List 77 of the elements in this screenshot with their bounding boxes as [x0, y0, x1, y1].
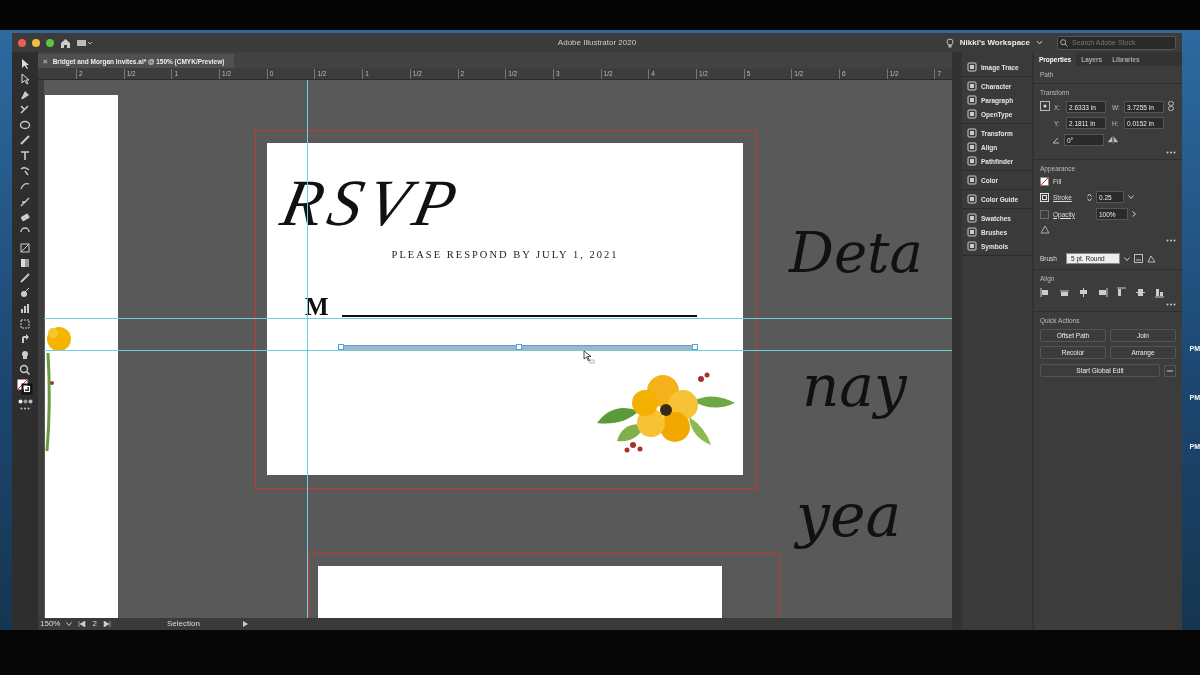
tool-icon[interactable]	[19, 103, 31, 116]
play-icon[interactable]	[242, 621, 248, 627]
tool-icon[interactable]	[19, 256, 31, 269]
reference-point-icon[interactable]	[1040, 101, 1050, 111]
lightbulb-icon[interactable]	[945, 37, 954, 48]
zoom-level[interactable]: 150%	[40, 619, 61, 629]
panel-icon	[967, 81, 977, 91]
align-icon[interactable]	[1040, 287, 1051, 298]
align-icon[interactable]	[1059, 287, 1070, 298]
chevron-down-icon[interactable]	[66, 622, 73, 626]
chevron-right-icon[interactable]	[1132, 211, 1136, 217]
brush-options-icon[interactable]	[1147, 254, 1156, 263]
workspace-switcher[interactable]: Nikki's Workspace	[959, 38, 1030, 47]
panel-icon	[967, 128, 977, 138]
cursor-icon	[583, 350, 595, 364]
chevron-down-icon[interactable]	[1128, 195, 1134, 199]
fill-stroke-swatch-icon[interactable]	[17, 379, 33, 396]
next-artboard-icon[interactable]	[102, 621, 111, 627]
more-icon[interactable]	[1166, 303, 1176, 306]
panel-icon	[967, 241, 977, 251]
more-icon[interactable]	[1166, 239, 1176, 242]
home-icon[interactable]	[60, 37, 71, 48]
panel-icon	[967, 175, 977, 185]
script-text: yea	[796, 480, 902, 550]
panel-icon	[967, 213, 977, 223]
window-title: Adobe Illustrator 2020	[557, 38, 637, 47]
stroke-swatch-icon[interactable]	[1040, 192, 1049, 202]
tool-icon[interactable]	[19, 363, 31, 376]
color-mode-icon[interactable]	[17, 398, 33, 404]
opacity-icon	[1040, 209, 1049, 219]
more-icon[interactable]	[20, 406, 30, 410]
panel-icon	[967, 156, 977, 166]
tool-icon[interactable]	[19, 149, 31, 162]
tool-icon[interactable]	[19, 302, 31, 315]
tool-icon[interactable]	[19, 134, 31, 147]
panel-icon	[967, 194, 977, 204]
tool-icon[interactable]	[19, 272, 31, 285]
status-tool-name[interactable]: Selection	[166, 619, 237, 629]
link-icon[interactable]	[1168, 101, 1174, 111]
align-icon[interactable]	[1078, 287, 1089, 298]
panel-icon	[967, 62, 977, 72]
tool-icon[interactable]	[19, 287, 31, 300]
respond-by-text: PLEASE RESPOND BY JULY 1, 2021	[390, 249, 620, 260]
flip-icon[interactable]	[1108, 136, 1118, 144]
script-text: Deta	[789, 220, 923, 285]
layout-switcher-icon[interactable]	[77, 38, 93, 47]
tool-icon[interactable]	[19, 119, 31, 132]
tool-icon[interactable]	[19, 88, 31, 101]
chevron-down-icon[interactable]	[1036, 40, 1043, 45]
tool-icon[interactable]	[19, 333, 31, 346]
brush-library-icon[interactable]	[1134, 254, 1143, 263]
tool-icon[interactable]	[19, 58, 31, 70]
align-icon[interactable]	[1097, 287, 1108, 298]
panel-icon	[967, 95, 977, 105]
tool-icon[interactable]	[19, 348, 31, 361]
effects-icon[interactable]	[1040, 225, 1050, 234]
no-fill-swatch-icon[interactable]	[1040, 177, 1049, 186]
angle-icon	[1052, 136, 1060, 144]
align-icon[interactable]	[1116, 287, 1127, 298]
panel-icon	[967, 142, 977, 152]
previous-artboard-icon[interactable]	[78, 621, 87, 627]
align-icon[interactable]	[1135, 287, 1146, 298]
tool-icon[interactable]	[19, 195, 31, 208]
more-icon[interactable]	[1166, 151, 1176, 154]
panel-icon	[967, 109, 977, 119]
more-options-icon[interactable]	[1164, 364, 1176, 377]
tool-icon[interactable]	[19, 73, 31, 86]
chevron-down-icon[interactable]	[1124, 256, 1130, 261]
script-text: nay	[802, 352, 907, 420]
tool-icon[interactable]	[19, 165, 31, 178]
align-icon[interactable]	[1154, 287, 1165, 298]
panel-icon	[967, 227, 977, 237]
tool-icon[interactable]	[19, 241, 31, 254]
search-icon	[1060, 38, 1068, 47]
close-tab-button[interactable]: ×	[43, 56, 48, 66]
artboard-number[interactable]: 2	[92, 619, 97, 629]
stepper-icon[interactable]	[1087, 192, 1092, 202]
